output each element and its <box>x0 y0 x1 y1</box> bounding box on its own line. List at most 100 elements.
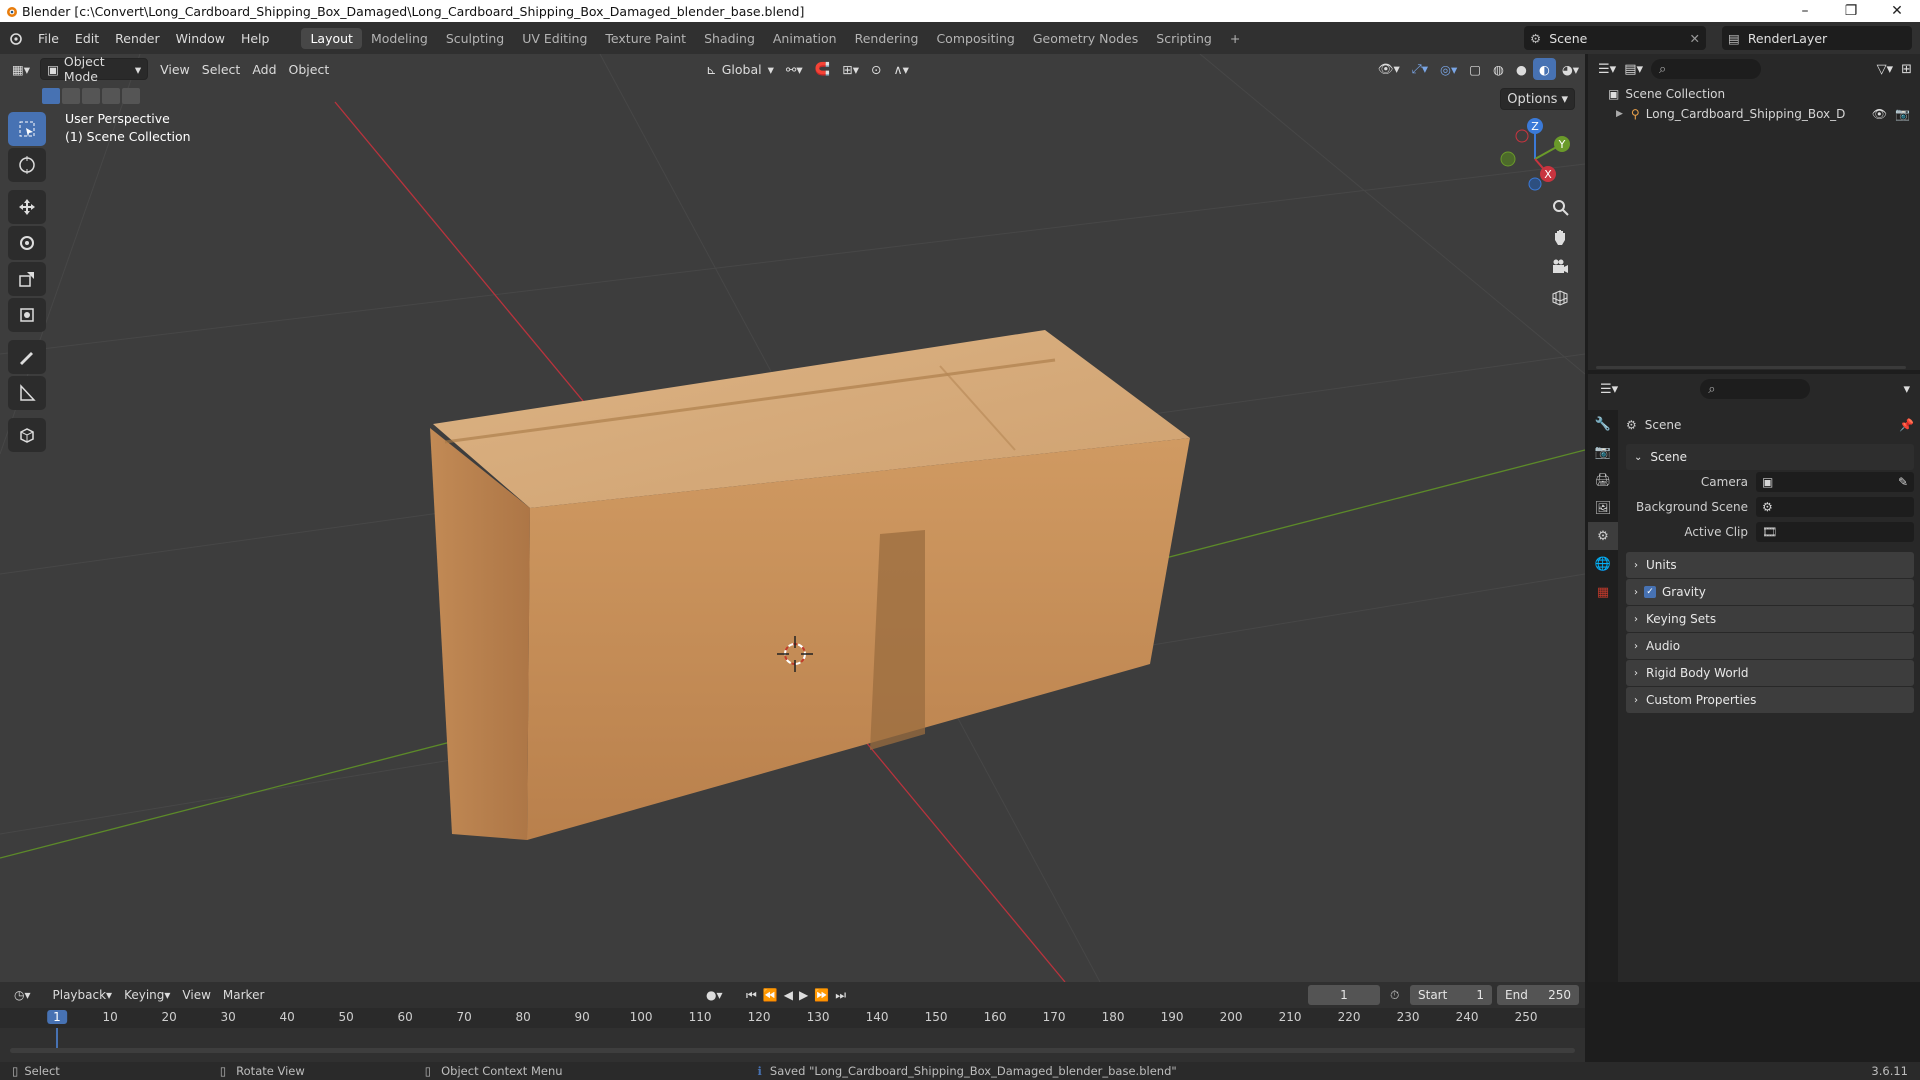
jump-end-icon[interactable]: ⏭ <box>835 988 846 1003</box>
panel-gravity[interactable]: › ✓ Gravity <box>1626 579 1914 605</box>
start-frame-field[interactable]: Start 1 <box>1410 985 1492 1005</box>
outliner-row-object[interactable]: ▶ ⚲ Long_Cardboard_Shipping_Box_Damage 👁… <box>1588 104 1920 124</box>
record-icon[interactable]: ●▾ <box>700 984 729 1006</box>
menu-object[interactable]: Object <box>283 58 336 80</box>
editor-type-icon[interactable]: ☰▾ <box>1598 62 1616 77</box>
menu-render[interactable]: Render <box>107 31 168 46</box>
camera-field[interactable]: ▣ ✎ <box>1756 472 1914 492</box>
panel-custom-properties[interactable]: › Custom Properties <box>1626 687 1914 713</box>
menu-view[interactable]: View <box>154 58 196 80</box>
select-box-tool-icon[interactable] <box>8 112 46 146</box>
eye-icon[interactable]: 👁 <box>1872 107 1887 121</box>
gravity-checkbox[interactable]: ✓ <box>1644 586 1656 598</box>
prev-keyframe-icon[interactable]: ⏪ <box>763 988 778 1003</box>
gizmo-toggle-icon[interactable]: ⤢▾ <box>1406 58 1434 80</box>
transform-tool-icon[interactable] <box>8 298 46 332</box>
rotate-tool-icon[interactable] <box>8 226 46 260</box>
cursor-tool-icon[interactable] <box>8 148 46 182</box>
select-invert-icon[interactable] <box>102 88 120 104</box>
panel-scene-header[interactable]: ⌄ Scene <box>1626 444 1914 470</box>
tab-modeling[interactable]: Modeling <box>362 28 437 49</box>
active-clip-field[interactable]: 🎞 <box>1756 522 1914 542</box>
timeline-scrollbar[interactable] <box>10 1048 1575 1053</box>
tab-rendering[interactable]: Rendering <box>846 28 928 49</box>
menu-select[interactable]: Select <box>196 58 247 80</box>
scene-tab-icon[interactable]: ⚙ <box>1588 522 1618 550</box>
pan-hand-icon[interactable] <box>1545 222 1575 252</box>
background-scene-field[interactable]: ⚙ <box>1756 497 1914 517</box>
3d-viewport[interactable]: ▦▾ ▣ Object Mode ▾ View Select Add Objec… <box>0 54 1585 982</box>
current-frame-indicator[interactable]: 1 <box>47 1010 67 1024</box>
wireframe-shading-icon[interactable]: ◍ <box>1487 58 1510 80</box>
orientation-dropdown[interactable]: ⊾ Global ▾ <box>700 58 780 80</box>
ortho-grid-icon[interactable] <box>1545 282 1575 312</box>
xray-icon[interactable]: ▢ <box>1463 58 1487 80</box>
pin-icon[interactable]: 📌 <box>1899 418 1914 432</box>
snap-icon[interactable]: 🧲 <box>809 58 837 80</box>
menu-window[interactable]: Window <box>168 31 233 46</box>
add-cube-tool-icon[interactable] <box>8 418 46 452</box>
annotate-tool-icon[interactable] <box>8 340 46 374</box>
next-keyframe-icon[interactable]: ⏩ <box>814 988 829 1003</box>
tab-shading[interactable]: Shading <box>695 28 764 49</box>
rendered-shading-icon[interactable]: ◕▾ <box>1556 58 1585 80</box>
camera-view-icon[interactable] <box>1545 252 1575 282</box>
outliner-search-input[interactable]: ⌕ <box>1651 59 1761 79</box>
tool-tab-icon[interactable]: 🔧 <box>1588 410 1618 438</box>
filter-icon[interactable]: ▽▾ <box>1877 62 1894 77</box>
panel-units[interactable]: › Units <box>1626 552 1914 578</box>
tab-geometry-nodes[interactable]: Geometry Nodes <box>1024 28 1147 49</box>
maximize-button[interactable]: ❐ <box>1828 0 1874 22</box>
play-reverse-icon[interactable]: ◀ <box>784 988 793 1003</box>
select-extend-icon[interactable] <box>62 88 80 104</box>
pivot-icon[interactable]: ⚯▾ <box>780 58 809 80</box>
options-dropdown[interactable]: Options ▾ <box>1500 88 1575 110</box>
menu-view[interactable]: View <box>176 984 216 1006</box>
menu-keying[interactable]: Keying ▾ <box>118 984 176 1006</box>
menu-add[interactable]: Add <box>246 58 282 80</box>
zoom-icon[interactable] <box>1545 192 1575 222</box>
tab-scripting[interactable]: Scripting <box>1147 28 1221 49</box>
renderlayer-selector[interactable]: ▤ RenderLayer <box>1722 26 1912 50</box>
close-button[interactable]: ✕ <box>1874 0 1920 22</box>
proportional-edit-icon[interactable]: ⊙ <box>865 58 887 80</box>
visibility-icon[interactable]: 👁▾ <box>1372 58 1406 80</box>
menu-playback[interactable]: Playback ▾ <box>47 984 119 1006</box>
menu-help[interactable]: Help <box>233 31 278 46</box>
eyedropper-icon[interactable]: ✎ <box>1898 475 1908 489</box>
end-frame-field[interactable]: End 250 <box>1497 985 1579 1005</box>
falloff-icon[interactable]: ∧▾ <box>887 58 914 80</box>
measure-tool-icon[interactable] <box>8 376 46 410</box>
tab-compositing[interactable]: Compositing <box>927 28 1023 49</box>
play-icon[interactable]: ▶ <box>799 988 808 1003</box>
move-tool-icon[interactable] <box>8 190 46 224</box>
scale-tool-icon[interactable] <box>8 262 46 296</box>
frame-ruler[interactable]: 1 10 20 30 40 50 60 70 80 90 100 110 120 130 140 150 160… <box>0 1008 1585 1050</box>
navigation-gizmo[interactable]: Z Y X <box>1490 114 1580 204</box>
editor-type-icon[interactable]: ▦▾ <box>6 58 36 80</box>
camera-icon[interactable]: 📷 <box>1895 107 1910 121</box>
jump-start-icon[interactable]: ⏮ <box>746 988 757 1003</box>
snap-settings-icon[interactable]: ⊞▾ <box>836 58 865 80</box>
tab-texture-paint[interactable]: Texture Paint <box>596 28 695 49</box>
mode-dropdown[interactable]: ▣ Object Mode ▾ <box>40 54 149 84</box>
properties-search-input[interactable]: ⌕ <box>1700 379 1811 399</box>
outliner-scrollbar[interactable] <box>1596 366 1906 369</box>
view-layer-tab-icon[interactable]: 🖼 <box>1588 494 1618 522</box>
select-new-icon[interactable] <box>42 88 60 104</box>
panel-rigid-body-world[interactable]: › Rigid Body World <box>1626 660 1914 686</box>
expand-arrow-icon[interactable]: ▶ <box>1616 109 1623 119</box>
minimize-button[interactable]: – <box>1782 0 1828 22</box>
new-collection-icon[interactable]: ⊞ <box>1901 62 1912 77</box>
scene-selector[interactable]: ⚙ Scene ✕ <box>1524 26 1706 50</box>
material-shading-icon[interactable]: ◐ <box>1532 58 1556 80</box>
stopwatch-icon[interactable]: ⏱ <box>1390 988 1399 1003</box>
select-subtract-icon[interactable] <box>82 88 100 104</box>
tab-uv-editing[interactable]: UV Editing <box>513 28 596 49</box>
close-icon[interactable]: ✕ <box>1690 31 1700 46</box>
texture-tab-icon[interactable]: ▦ <box>1588 578 1618 606</box>
render-tab-icon[interactable]: 📷 <box>1588 438 1618 466</box>
cardboard-box-object[interactable] <box>430 330 1190 840</box>
panel-keying-sets[interactable]: › Keying Sets <box>1626 606 1914 632</box>
current-frame-field[interactable]: 1 <box>1308 985 1380 1005</box>
